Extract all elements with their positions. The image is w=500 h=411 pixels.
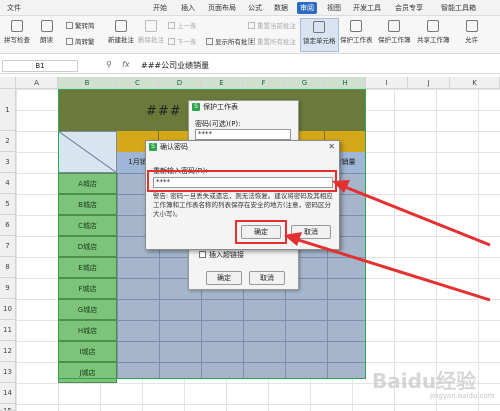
col-header-j[interactable]: J	[408, 77, 450, 89]
reset-all-comments-button[interactable]: 重置所有批注	[248, 38, 296, 47]
ribbon-toolbar: 拼写检查 朗读 繁转简 简转繁 新建批注 删除批注 上一条 下一条 显示所有批注…	[0, 16, 500, 54]
password-label: 密码(可选)(P):	[195, 120, 241, 128]
wps-logo-icon: S	[192, 103, 200, 111]
row-header-8[interactable]: 8	[0, 257, 16, 278]
allow-edit-icon	[465, 20, 478, 32]
wps-logo-icon: S	[149, 143, 157, 151]
up-icon	[168, 22, 175, 29]
spellcheck-icon	[11, 20, 23, 32]
row-header-13[interactable]: 13	[0, 362, 16, 383]
fx-icon[interactable]: fx	[122, 60, 130, 69]
delete-comment-button[interactable]: 删除批注	[138, 20, 164, 44]
warning-text: 警告: 密码一旦丢失或遗忘，则无法恢复。建议将密码及其相应工作簿和工作表名称的列…	[153, 192, 333, 218]
zoom-icon[interactable]: ⚲	[106, 60, 112, 69]
convert-icon	[66, 38, 73, 45]
trad-to-simp-button[interactable]: 繁转简	[66, 22, 95, 31]
read-aloud-button[interactable]: 朗读	[40, 20, 53, 44]
tab-member[interactable]: 会员专享	[392, 2, 426, 14]
formula-input[interactable]: ###公司业绩销量	[141, 60, 209, 71]
confirm-cancel-button[interactable]: 取消	[291, 225, 331, 239]
row-header-12[interactable]: 12	[0, 341, 16, 362]
formula-bar: B1 ⚲ fx ###公司业绩销量	[0, 58, 500, 74]
speaker-icon	[40, 20, 53, 32]
spellcheck-button[interactable]: 拼写检查	[4, 20, 30, 44]
tab-formulas[interactable]: 公式	[245, 2, 265, 14]
col-header-g[interactable]: G	[285, 77, 325, 89]
col-header-b[interactable]: B	[58, 77, 117, 89]
reset-current-comment-button[interactable]: 重置当前批注	[248, 22, 296, 31]
row-header-2[interactable]: 2	[0, 131, 16, 152]
row-header-4[interactable]: 4	[0, 173, 16, 194]
col-header-f[interactable]: F	[243, 77, 285, 89]
reset-icon	[248, 38, 255, 45]
tab-view[interactable]: 视图	[324, 2, 344, 14]
col-header-a[interactable]: A	[16, 77, 58, 89]
col-header-k[interactable]: K	[450, 77, 500, 89]
simp-to-trad-button[interactable]: 简转繁	[66, 38, 95, 47]
share-workbook-button[interactable]: 共享工作簿	[417, 20, 450, 44]
down-icon	[168, 38, 175, 45]
tab-developer[interactable]: 开发工具	[350, 2, 384, 14]
row-header-3[interactable]: 3	[0, 152, 16, 173]
password-highlight-box	[147, 170, 337, 192]
protect-ok-button[interactable]: 确定	[206, 271, 242, 285]
row-header-1[interactable]: 1	[0, 89, 16, 131]
ribbon-tab-bar: 文件 开始 插入 页面布局 公式 数据 审阅 视图 开发工具 会员专享 智能工具…	[0, 0, 500, 16]
lock-cell-icon	[313, 21, 326, 33]
convert-icon	[66, 22, 73, 29]
insert-hyperlink-checkbox[interactable]: 插入超链接	[199, 250, 244, 260]
name-box[interactable]: B1	[2, 60, 78, 72]
reset-icon	[248, 22, 255, 29]
password-input[interactable]: ****	[195, 129, 291, 140]
row-header-15[interactable]: 15	[0, 404, 16, 411]
lock-cell-button[interactable]: 锁定单元格	[300, 18, 339, 52]
dialog-title: S 保护工作表	[189, 101, 298, 113]
next-comment-button[interactable]: 下一条	[168, 38, 197, 47]
protect-sheet-icon	[350, 20, 363, 32]
show-all-comments-button[interactable]: 显示所有批注	[206, 38, 254, 47]
ok-highlight-box	[235, 220, 287, 244]
checkbox-box	[199, 251, 206, 258]
watermark-url: jingyan.baidu.com	[430, 392, 495, 400]
tab-home[interactable]: 开始	[150, 2, 170, 14]
col-header-e[interactable]: E	[201, 77, 243, 89]
row-header-7[interactable]: 7	[0, 236, 16, 257]
protect-workbook-icon	[388, 20, 401, 32]
tab-data[interactable]: 数据	[271, 2, 291, 14]
watermark-logo: Baidu经验	[372, 369, 477, 393]
delete-comment-icon	[145, 20, 157, 32]
tab-insert[interactable]: 插入	[178, 2, 198, 14]
protect-workbook-button[interactable]: 保护工作簿	[378, 20, 411, 44]
protect-cancel-button[interactable]: 取消	[249, 271, 285, 285]
prev-comment-button[interactable]: 上一条	[168, 22, 197, 31]
allow-edit-button[interactable]: 允许	[465, 20, 478, 44]
protect-sheet-button[interactable]: 保护工作表	[340, 20, 373, 44]
share-icon	[427, 20, 440, 32]
new-comment-button[interactable]: 新建批注	[108, 20, 134, 44]
select-all-corner[interactable]	[0, 77, 16, 89]
col-header-h[interactable]: H	[325, 77, 366, 89]
comment-icon	[115, 20, 127, 32]
row-header-6[interactable]: 6	[0, 215, 16, 236]
close-icon[interactable]: ✕	[328, 142, 335, 151]
col-header-i[interactable]: I	[366, 77, 408, 89]
dialog-title: S 确认密码	[146, 141, 339, 153]
show-comments-icon	[206, 38, 213, 45]
col-header-c[interactable]: C	[117, 77, 159, 89]
row-header-9[interactable]: 9	[0, 278, 16, 299]
tab-smart-tools[interactable]: 智能工具箱	[438, 2, 479, 14]
col-header-d[interactable]: D	[159, 77, 201, 89]
tab-review[interactable]: 审阅	[297, 2, 317, 14]
row-header-10[interactable]: 10	[0, 299, 16, 320]
tab-file[interactable]: 文件	[4, 2, 24, 14]
row-header-5[interactable]: 5	[0, 194, 16, 215]
tab-page-layout[interactable]: 页面布局	[205, 2, 239, 14]
row-header-11[interactable]: 11	[0, 320, 16, 341]
row-header-14[interactable]: 14	[0, 383, 16, 404]
